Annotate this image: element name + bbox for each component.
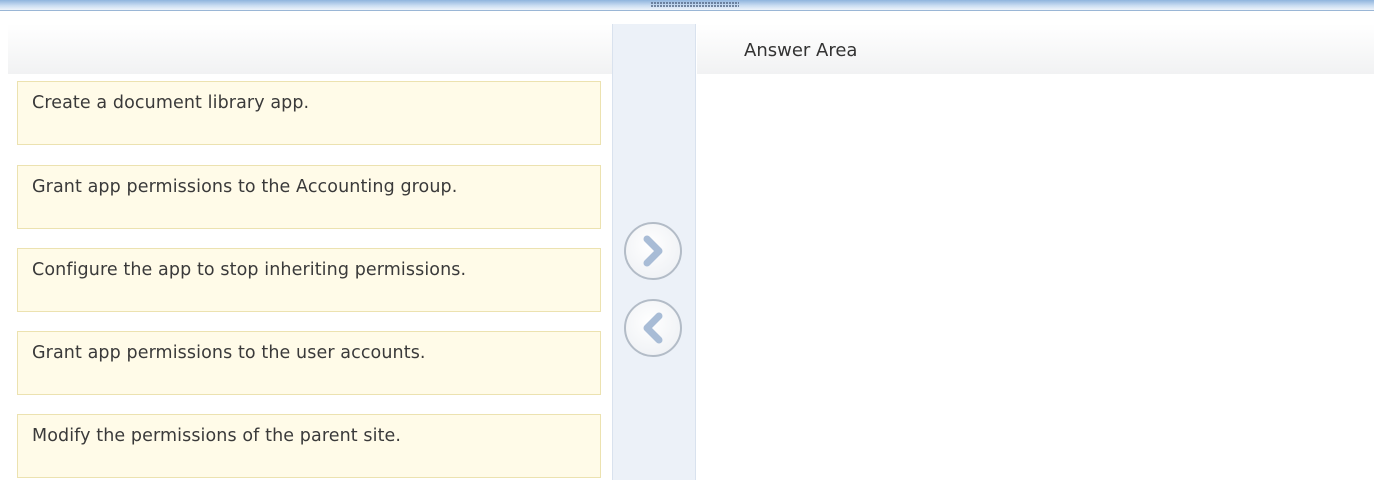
choice-item-label: Grant app permissions to the Accounting … [32,177,458,197]
move-controls-panel [612,24,696,480]
choice-item-grant-users[interactable]: Grant app permissions to the user accoun… [17,331,601,395]
answer-area-panel: Answer Area [697,24,1374,480]
choices-panel: Create a document library app. Grant app… [8,24,612,480]
choice-item-label: Configure the app to stop inheriting per… [32,260,467,280]
move-left-button[interactable] [624,299,682,357]
choice-item-create-library[interactable]: Create a document library app. [17,81,601,145]
chevron-right-icon [643,235,663,267]
choice-item-label: Create a document library app. [32,93,310,113]
grip-handle-icon[interactable] [651,2,739,8]
choice-item-modify-parent[interactable]: Modify the permissions of the parent sit… [17,414,601,478]
answer-area-header: Answer Area [697,24,1374,74]
choice-item-stop-inheriting[interactable]: Configure the app to stop inheriting per… [17,248,601,312]
top-splitter-bar[interactable] [0,0,1374,11]
choices-header [8,24,612,74]
choice-item-label: Grant app permissions to the user accoun… [32,343,426,363]
answer-area-title: Answer Area [744,40,858,61]
answer-drop-zone[interactable] [697,74,1374,480]
chevron-left-icon [643,312,663,344]
move-right-button[interactable] [624,222,682,280]
choice-item-grant-accounting[interactable]: Grant app permissions to the Accounting … [17,165,601,229]
choice-item-label: Modify the permissions of the parent sit… [32,426,402,446]
